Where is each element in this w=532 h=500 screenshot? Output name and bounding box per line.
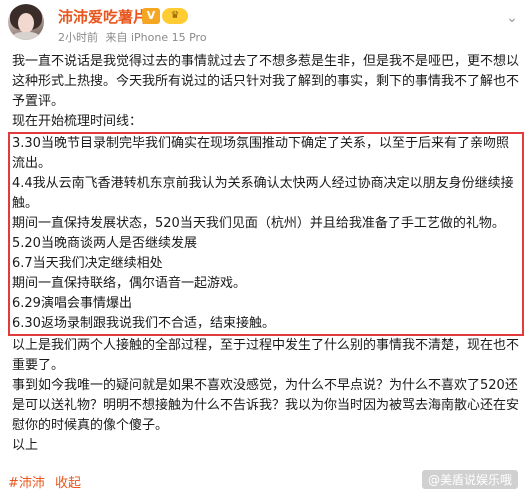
intro-paragraph: 我一直不说话是我觉得过去的事情就过去了不想多惹是生非，但是我不是哑巴，更不想以这…: [12, 54, 520, 109]
timeline-item: 期间一直保持发展状态，520当天我们见面（杭州）并且给我准备了手工艺做的礼物。: [12, 216, 505, 231]
username[interactable]: 沛沛爱吃薯片: [58, 6, 148, 27]
outro-paragraph: 以上是我们两个人接触的全部过程，至于过程中发生了什么别的事情我不清楚，现在也不重…: [12, 338, 520, 373]
hashtag-link[interactable]: #沛沛: [8, 476, 45, 491]
timeline-highlight-box: 3.30当晚节目录制完毕我们确实在现场氛围推动下确定了关系，以至于后来有了亲吻照…: [8, 132, 524, 336]
watermark: @美盾说娱乐哦: [421, 470, 518, 489]
timeline-item: 6.7当天我们决定继续相处: [12, 256, 163, 271]
post-time: 2小时前: [58, 31, 98, 44]
intro-timeline-heading: 现在开始梳理时间线：: [12, 114, 143, 129]
post-source: 来自 iPhone 15 Pro: [105, 31, 207, 44]
post-footer: #沛沛 收起: [8, 474, 81, 494]
collapse-link[interactable]: 收起: [55, 476, 81, 491]
timeline-item: 3.30当晚节目录制完毕我们确实在现场氛围推动下确定了关系，以至于后来有了亲吻照…: [12, 136, 509, 171]
post-body: 我一直不说话是我觉得过去的事情就过去了不想多惹是生非，但是我不是哑巴，更不想以这…: [8, 52, 524, 456]
crown-badge-icon: ♛: [162, 8, 188, 24]
outro-closing: 以上: [12, 438, 39, 453]
timeline-item: 5.20当晚商谈两人是否继续发展: [12, 236, 197, 251]
avatar[interactable]: [8, 4, 44, 40]
timeline-item: 6.29演唱会事情爆出: [12, 296, 132, 311]
vip-badge-icon: V: [142, 8, 160, 24]
avatar-body: [12, 32, 40, 40]
avatar-face: [18, 13, 34, 33]
timeline-item: 4.4我从云南飞香港转机东京前我认为关系确认太快两人经过协商决定以朋友身份继续接…: [12, 176, 514, 211]
outro-paragraph: 事到如今我唯一的疑问就是如果不喜欢没感觉，为什么不早点说？为什么不喜欢了520还…: [12, 378, 520, 433]
timeline-item: 6.30返场录制跟我说我们不合适，结束接触。: [12, 316, 275, 331]
post-meta: 2小时前 来自 iPhone 15 Pro: [58, 29, 211, 45]
post-header: 沛沛爱吃薯片 V ♛ 2小时前 来自 iPhone 15 Pro ⌄: [0, 0, 532, 52]
timeline-item: 期间一直保持联络，偶尔语音一起游戏。: [12, 276, 247, 291]
chevron-down-icon[interactable]: ⌄: [504, 10, 520, 26]
